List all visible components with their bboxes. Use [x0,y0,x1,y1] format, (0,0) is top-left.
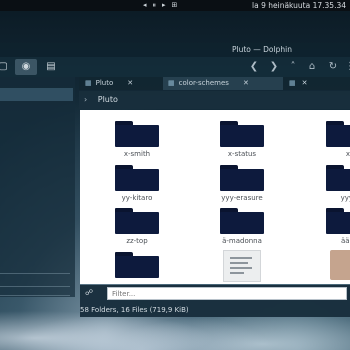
file-name: yy-kitaro [121,194,153,202]
status-bar: 58 Folders, 16 Files (719,9 KiB) [80,303,350,317]
folder-icon: ▦ [85,79,92,87]
folder-icon [115,208,159,234]
tab-pluto[interactable]: ▦ Pluto ✕ [85,77,163,90]
folder-icon [220,165,264,191]
file-name: x-smith [123,150,151,158]
sidebar-divider [0,295,70,296]
file-name: x-status [227,150,257,158]
folder-item[interactable]: yyy- [308,165,350,202]
file-name: ää-r [341,237,350,245]
toolbar: ▢ ◉ ▤ ❮ ❯ ˄ ⌂ ↻ ⋮ [0,57,350,77]
filter-bar: ☍ [80,285,350,303]
top-panel: ◂ ⏸ ▸ ⊞ la 9 heinäkuuta 17.35.34 [0,0,350,11]
folder-item[interactable]: x-smith [97,121,177,158]
tab-label: Pluto [95,79,114,87]
close-tab-icon[interactable]: ✕ [243,79,249,87]
status-text: 58 Folders, 16 Files (719,9 KiB) [80,306,189,314]
eye-icon[interactable]: ◉ [15,59,37,75]
folder-icon [220,121,264,147]
document-item[interactable] [202,250,282,284]
tab-bar: ▦ Pluto ✕ ▦ color-schemes ✕ ▦ ✕ [79,77,350,90]
breadcrumb: › Pluto [79,91,350,109]
home-icon[interactable]: ⌂ [304,59,320,75]
details-view-button[interactable]: ▤ [40,59,62,75]
tab-color-schemes[interactable]: ▦ color-schemes ✕ [163,77,283,90]
folder-item[interactable]: ä-madonna [202,208,282,245]
folder-item[interactable]: yyy-erasure [202,165,282,202]
folder-icon [326,165,350,191]
media-controls: ◂ ⏸ ▸ ⊞ [143,1,177,10]
close-tab-icon[interactable]: ✕ [302,79,308,87]
next-icon[interactable]: ▸ [162,1,166,10]
sidebar-divider [0,273,70,274]
filter-input[interactable] [107,287,347,300]
folder-item[interactable]: ää-r [308,208,350,245]
refresh-icon[interactable]: ↻ [325,59,341,75]
folder-icon [115,121,159,147]
folder-icon [115,165,159,191]
breadcrumb-location[interactable]: Pluto [98,95,118,104]
close-tab-icon[interactable]: ✕ [127,79,133,87]
places-sidebar [0,77,75,297]
document-icon [223,250,261,282]
previous-icon[interactable]: ◂ [143,1,147,10]
file-name: zz-top [126,237,148,245]
back-icon[interactable]: ❮ [246,59,262,75]
sidebar-divider [0,286,70,287]
breadcrumb-arrow-icon: › [84,95,88,104]
folder-item[interactable]: x [308,121,350,158]
folder-item[interactable]: yy-kitaro [97,165,177,202]
tab-label: color-schemes [178,79,229,87]
file-name: x [345,150,350,158]
image-item[interactable] [308,250,350,283]
panel-clock[interactable]: la 9 heinäkuuta 17.35.34 [252,1,346,10]
folder-icon [326,208,350,234]
window-titlebar[interactable]: Pluto — Dolphin [0,43,350,57]
forward-icon[interactable]: ❯ [266,59,282,75]
folder-icon [115,252,159,278]
sidebar-selected-place[interactable] [0,88,73,101]
file-name: ä-madonna [222,237,262,245]
folder-icon: ▦ [168,79,175,87]
file-name: yyy- [340,194,350,202]
up-icon[interactable]: ˄ [285,59,301,75]
folder-icon [220,208,264,234]
folder-item[interactable]: x-status [202,121,282,158]
window-icon[interactable]: ⊞ [172,1,178,10]
tab-third[interactable]: ▦ ✕ [289,77,349,90]
folder-icon: ▦ [289,79,296,87]
lock-icon[interactable]: ☍ [85,288,93,297]
folder-icon [326,121,350,147]
folder-item[interactable] [97,252,177,281]
more-icon[interactable]: ⋮ [342,59,350,75]
file-name: yyy-erasure [221,194,263,202]
icons-view-button[interactable]: ▢ [0,59,14,75]
pause-icon[interactable]: ⏸ [153,1,157,10]
image-thumbnail-icon [330,250,350,280]
file-view: x-smith x-status x yy-kitaro yyy-erasure… [80,110,350,284]
window-title: Pluto — Dolphin [232,45,292,54]
folder-item[interactable]: zz-top [97,208,177,245]
